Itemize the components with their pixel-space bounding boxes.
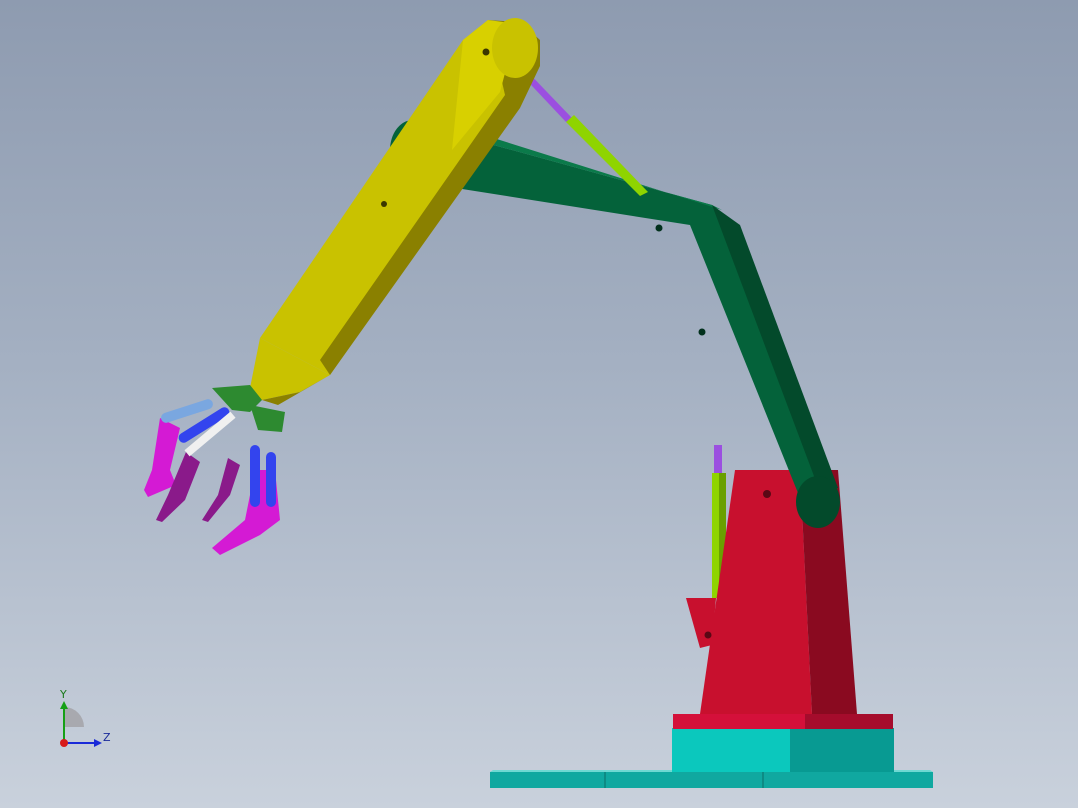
upper-arm[interactable] bbox=[248, 18, 540, 405]
graphics-viewport[interactable]: Y Z bbox=[0, 0, 1078, 808]
y-axis-label: Y bbox=[60, 688, 67, 701]
base-plate[interactable] bbox=[490, 770, 933, 788]
y-axis-arrow bbox=[60, 701, 68, 709]
gripper[interactable] bbox=[144, 385, 285, 555]
z-axis-label: Z bbox=[103, 731, 111, 744]
origin-point bbox=[60, 739, 68, 747]
z-axis-arrow bbox=[94, 739, 102, 747]
turntable[interactable] bbox=[672, 714, 894, 772]
robot-arm-model[interactable] bbox=[0, 0, 1078, 808]
